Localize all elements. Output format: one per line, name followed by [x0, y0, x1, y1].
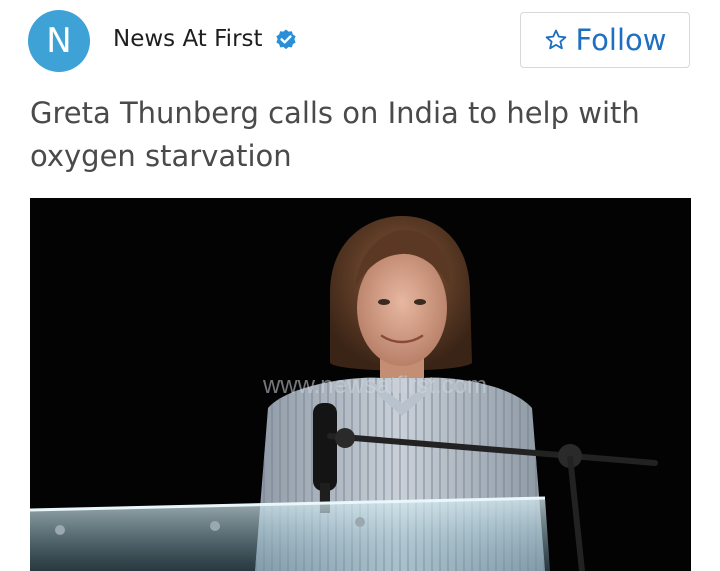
image-watermark: www.newsatfirst.com [262, 372, 487, 399]
article-image[interactable]: www.newsatfirst.com [30, 198, 691, 571]
article-headline[interactable]: Greta Thunberg calls on India to help wi… [30, 92, 700, 178]
avatar-letter: N [46, 21, 72, 61]
article-header: N News At First Follow [0, 0, 720, 90]
source-name[interactable]: News At First [113, 26, 263, 52]
verified-badge-icon [276, 29, 296, 50]
star-outline-icon [545, 29, 566, 50]
follow-button[interactable]: Follow [520, 12, 690, 68]
source-avatar[interactable]: N [28, 10, 90, 72]
article-photo: www.newsatfirst.com [30, 198, 691, 571]
follow-label: Follow [575, 23, 667, 57]
